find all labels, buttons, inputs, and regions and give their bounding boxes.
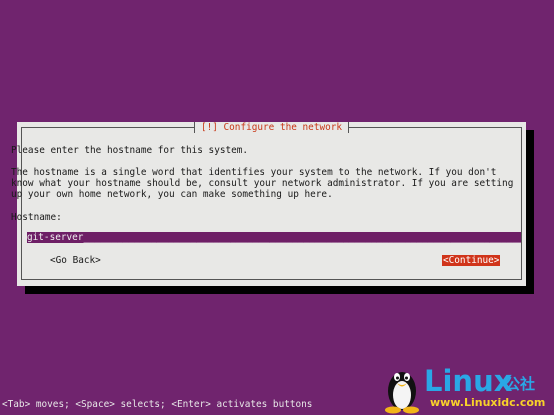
- continue-button[interactable]: <Continue>: [442, 255, 501, 266]
- keyboard-help-text: <Tab> moves; <Space> selects; <Enter> ac…: [2, 399, 313, 410]
- hostname-prompt: Please enter the hostname for this syste…: [11, 145, 249, 156]
- hostname-description: The hostname is a single word that ident…: [11, 167, 514, 200]
- linuxidc-watermark: Linux 公社 www.Linuxidc.com: [382, 364, 552, 414]
- go-back-button[interactable]: <Go Back>: [50, 255, 101, 266]
- logo-chinese-text: 公社: [505, 375, 536, 393]
- hostname-label: Hostname:: [11, 212, 62, 223]
- hostname-input[interactable]: git-server______________________________…: [27, 232, 521, 243]
- logo-wordmark: Linux: [424, 364, 513, 398]
- logo-url: www.Linuxidc.com: [430, 396, 546, 409]
- dialog-title: [!] Configure the network: [193, 122, 350, 133]
- tux-penguin-icon: [385, 372, 419, 414]
